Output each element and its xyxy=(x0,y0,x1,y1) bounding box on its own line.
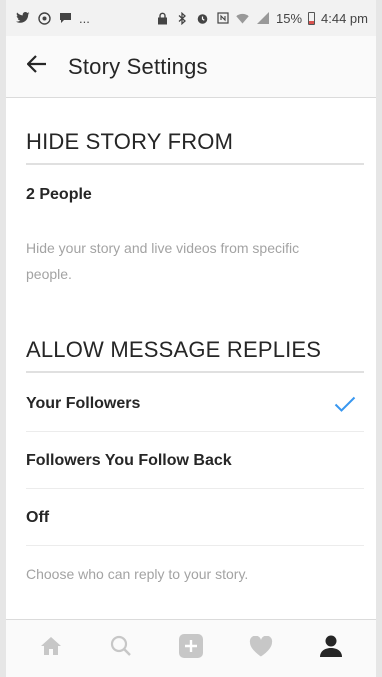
nav-add-button[interactable] xyxy=(171,629,211,669)
bluetooth-icon xyxy=(176,11,190,25)
reply-option-followers-you-follow-back[interactable]: Followers You Follow Back xyxy=(26,433,364,489)
alarm-icon xyxy=(196,11,210,25)
reply-option-off[interactable]: Off xyxy=(26,490,364,546)
nav-profile-button[interactable] xyxy=(311,629,351,669)
back-button[interactable] xyxy=(6,36,68,98)
nav-activity-button[interactable] xyxy=(241,629,281,669)
status-bar: ... 15% 4:44 pm xyxy=(6,0,376,36)
battery-icon xyxy=(308,11,316,25)
back-arrow-icon xyxy=(26,55,47,78)
page-title: Story Settings xyxy=(68,53,208,79)
chat-icon xyxy=(58,11,72,25)
home-icon xyxy=(40,636,62,661)
hide-story-header: HIDE STORY FROM xyxy=(26,121,364,165)
reply-option-label: Followers You Follow Back xyxy=(26,451,232,469)
heart-icon xyxy=(249,635,273,662)
reply-option-your-followers[interactable]: Your Followers xyxy=(26,376,364,432)
add-post-icon xyxy=(179,634,203,663)
status-time: 4:44 pm xyxy=(321,10,368,26)
hide-story-people-row[interactable]: 2 People xyxy=(26,167,364,223)
reply-option-label: Your Followers xyxy=(26,394,141,412)
nav-search-button[interactable] xyxy=(101,629,141,669)
profile-icon xyxy=(319,634,343,663)
status-ellipsis: ... xyxy=(79,10,90,26)
wifi-icon xyxy=(236,11,250,25)
twitter-icon xyxy=(16,11,30,25)
nfc-icon xyxy=(216,11,230,25)
app-bar: Story Settings xyxy=(6,36,376,98)
message-replies-description: Choose who can reply to your story. xyxy=(26,566,249,582)
status-right-icons: 15% 4:44 pm xyxy=(156,11,368,26)
messenger-icon xyxy=(37,11,51,25)
signal-icon xyxy=(256,11,270,25)
checkmark-icon xyxy=(334,396,356,412)
message-replies-header: ALLOW MESSAGE REPLIES xyxy=(26,329,364,373)
status-left-icons: ... xyxy=(16,11,90,26)
hide-story-description: Hide your story and live videos from spe… xyxy=(26,240,300,282)
nav-home-button[interactable] xyxy=(31,629,71,669)
reply-option-label: Off xyxy=(26,508,50,526)
battery-percent: 15% xyxy=(275,10,303,26)
lock-icon xyxy=(156,11,170,25)
search-icon xyxy=(110,635,132,662)
settings-content[interactable]: HIDE STORY FROM 2 People Hide your story… xyxy=(6,99,376,619)
bottom-nav xyxy=(6,619,376,677)
